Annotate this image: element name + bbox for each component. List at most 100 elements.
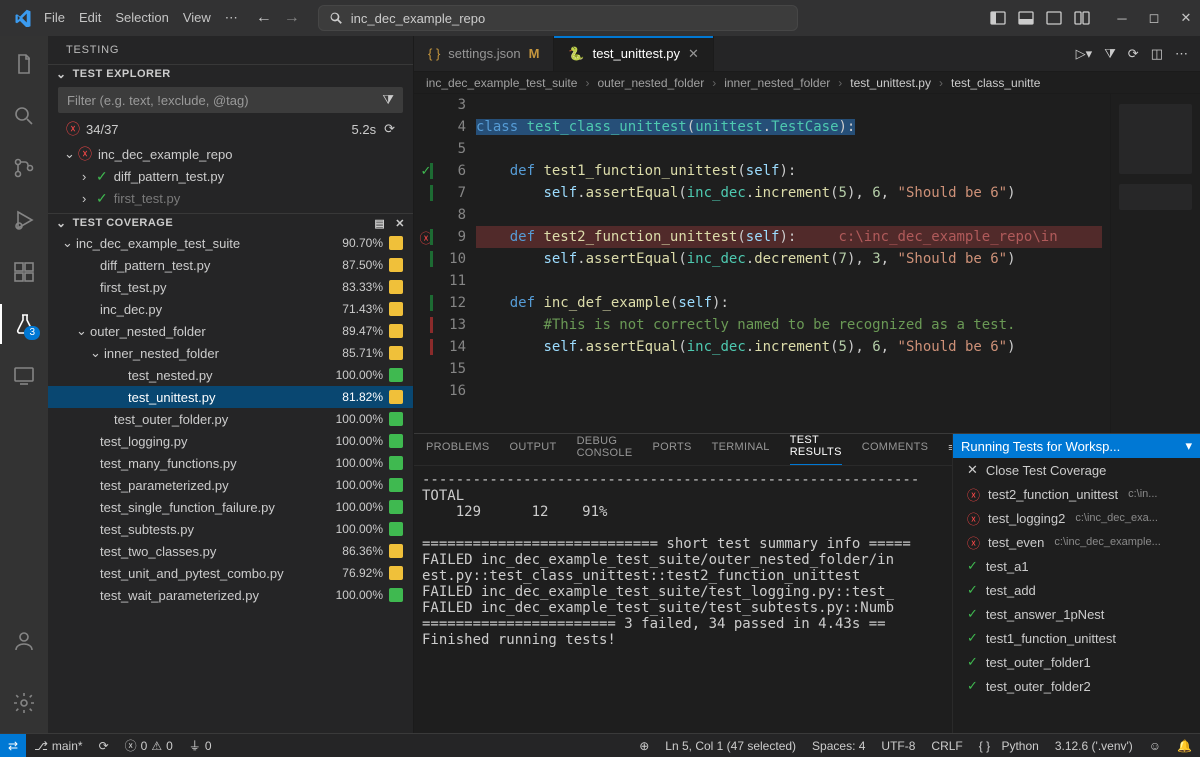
coverage-tree-item[interactable]: test_subtests.py100.00% <box>48 518 413 540</box>
panel-tab[interactable]: TEST RESULTS <box>790 434 842 465</box>
sync-indicator[interactable]: ⟳ <box>91 739 117 753</box>
coverage-tree-item[interactable]: test_single_function_failure.py100.00% <box>48 496 413 518</box>
split-editor-icon[interactable]: ◫ <box>1151 46 1163 62</box>
coverage-tree-item[interactable]: test_parameterized.py100.00% <box>48 474 413 496</box>
menu-file[interactable]: File <box>44 10 65 26</box>
window-maximize-icon[interactable]: ◻ <box>1146 10 1162 26</box>
branch-indicator[interactable]: ⎇main* <box>26 739 91 753</box>
notifications-icon[interactable]: 🔔 <box>1169 739 1200 753</box>
coverage-tree-item[interactable]: test_two_classes.py86.36% <box>48 540 413 562</box>
collapse-icon[interactable]: ▾ <box>1185 438 1192 454</box>
code-area[interactable]: class test_class_unittest(unittest.TestC… <box>476 94 1110 433</box>
layout-panel-icon[interactable] <box>1074 10 1090 26</box>
feedback-icon[interactable]: ☺ <box>1141 739 1169 753</box>
search-icon[interactable] <box>0 96 48 136</box>
coverage-tree-item[interactable]: inc_dec.py71.43% <box>48 298 413 320</box>
remote-explorer-icon[interactable] <box>0 356 48 396</box>
accounts-icon[interactable] <box>0 621 48 661</box>
panel-tab[interactable]: OUTPUT <box>510 441 557 459</box>
panel-tab[interactable]: DEBUG CONSOLE <box>577 435 633 465</box>
test-result-item[interactable]: ✓test_outer_folder2 <box>953 674 1200 698</box>
window-minimize-icon[interactable]: ─ <box>1114 10 1130 26</box>
extensions-icon[interactable] <box>0 252 48 292</box>
coverage-tree-item[interactable]: test_logging.py100.00% <box>48 430 413 452</box>
coverage-tree-item[interactable]: test_many_functions.py100.00% <box>48 452 413 474</box>
settings-gear-icon[interactable] <box>0 683 48 723</box>
menu-edit[interactable]: Edit <box>79 10 101 26</box>
panel-tab[interactable]: COMMENTS <box>862 441 929 459</box>
breadcrumb-item[interactable]: outer_nested_folder <box>597 76 704 90</box>
close-coverage-row[interactable]: ✕ Close Test Coverage <box>953 458 1200 482</box>
nav-forward-icon[interactable]: → <box>284 9 300 27</box>
zoom-indicator[interactable]: ⊕ <box>631 739 657 753</box>
menu-more-icon[interactable]: ⋯ <box>225 10 238 26</box>
ports-indicator[interactable]: ⏚0 <box>181 737 220 754</box>
cursor-position[interactable]: Ln 5, Col 1 (47 selected) <box>657 739 804 753</box>
menu-view[interactable]: View <box>183 10 211 26</box>
test-coverage-header[interactable]: ⌄ TEST COVERAGE ▤ ✕ <box>48 213 413 232</box>
breadcrumb-item[interactable]: inc_dec_example_test_suite <box>426 76 577 90</box>
problems-indicator[interactable]: ⓧ0 ⚠0 <box>117 737 181 754</box>
coverage-map-icon[interactable]: ▤ <box>374 217 385 230</box>
explorer-icon[interactable] <box>0 44 48 84</box>
test-result-item[interactable]: ✓test_answer_1pNest <box>953 602 1200 626</box>
panel-tab[interactable]: PROBLEMS <box>426 441 490 459</box>
coverage-tree-item[interactable]: test_unittest.py81.82% <box>48 386 413 408</box>
layout-bottom-icon[interactable] <box>1018 10 1034 26</box>
command-center[interactable]: inc_dec_example_repo <box>318 5 798 31</box>
source-control-icon[interactable] <box>0 148 48 188</box>
coverage-tree-item[interactable]: test_unit_and_pytest_combo.py76.92% <box>48 562 413 584</box>
filter-icon[interactable]: ⧩ <box>382 92 394 108</box>
coverage-tree-item[interactable]: test_nested.py100.00% <box>48 364 413 386</box>
minimap[interactable] <box>1110 94 1200 433</box>
nav-back-icon[interactable]: ← <box>256 9 272 27</box>
more-icon[interactable]: ⋯ <box>1175 46 1188 62</box>
test-result-item[interactable]: ✓test_outer_folder1 <box>953 650 1200 674</box>
test-tree-item[interactable]: ⌄ⓧinc_dec_example_repo <box>48 143 413 165</box>
remote-indicator[interactable]: ⇄ <box>0 734 26 757</box>
window-close-icon[interactable]: ✕ <box>1178 10 1194 26</box>
encoding[interactable]: UTF-8 <box>873 739 923 753</box>
breadcrumb-item[interactable]: test_class_unitte <box>951 76 1040 90</box>
editor-tab[interactable]: { }settings.jsonM <box>414 36 554 71</box>
coverage-tree-item[interactable]: ⌄inc_dec_example_test_suite90.70% <box>48 232 413 254</box>
close-icon[interactable]: ✕ <box>688 46 699 62</box>
breadcrumbs[interactable]: inc_dec_example_test_suite›outer_nested_… <box>414 72 1200 94</box>
panel-tab[interactable]: TERMINAL <box>712 441 770 459</box>
menu-selection[interactable]: Selection <box>115 10 168 26</box>
layout-left-icon[interactable] <box>990 10 1006 26</box>
coverage-tree-item[interactable]: test_wait_parameterized.py100.00% <box>48 584 413 606</box>
filter-icon[interactable]: ⧩ <box>1104 46 1116 62</box>
layout-right-icon[interactable] <box>1046 10 1062 26</box>
indentation[interactable]: Spaces: 4 <box>804 739 873 753</box>
coverage-tree-item[interactable]: diff_pattern_test.py87.50% <box>48 254 413 276</box>
test-result-item[interactable]: ✓test_add <box>953 578 1200 602</box>
breadcrumb-item[interactable]: test_unittest.py <box>850 76 931 90</box>
refresh-icon[interactable]: ⟳ <box>1128 46 1139 62</box>
run-icon[interactable]: ▷▾ <box>1076 46 1093 62</box>
language-mode[interactable]: { } Python <box>971 739 1047 753</box>
breadcrumb-item[interactable]: inner_nested_folder <box>724 76 830 90</box>
test-result-item[interactable]: ✓test_a1 <box>953 554 1200 578</box>
panel-tab[interactable]: PORTS <box>652 441 691 459</box>
refresh-icon[interactable]: ⟳ <box>384 121 395 137</box>
test-result-item[interactable]: ⓧtest2_function_unittestc:\in... <box>953 482 1200 506</box>
coverage-tree-item[interactable]: ⌄outer_nested_folder89.47% <box>48 320 413 342</box>
coverage-tree-item[interactable]: ⌄inner_nested_folder85.71% <box>48 342 413 364</box>
test-tree-item[interactable]: ›✓first_test.py <box>48 187 413 209</box>
python-interpreter[interactable]: 3.12.6 ('.venv') <box>1047 739 1141 753</box>
test-filter-input[interactable]: Filter (e.g. text, !exclude, @tag) ⧩ <box>58 87 403 113</box>
editor-tab[interactable]: 🐍test_unittest.py✕ <box>554 36 714 71</box>
coverage-close-icon[interactable]: ✕ <box>395 217 405 230</box>
test-result-item[interactable]: ✓test1_function_unittest <box>953 626 1200 650</box>
coverage-tree-item[interactable]: first_test.py83.33% <box>48 276 413 298</box>
coverage-tree-item[interactable]: test_outer_folder.py100.00% <box>48 408 413 430</box>
test-result-item[interactable]: ⓧtest_logging2c:\inc_dec_exa... <box>953 506 1200 530</box>
test-result-item[interactable]: ⓧtest_evenc:\inc_dec_example... <box>953 530 1200 554</box>
test-results-output[interactable]: ----------------------------------------… <box>414 466 952 733</box>
test-explorer-header[interactable]: ⌄ TEST EXPLORER <box>48 64 413 83</box>
eol[interactable]: CRLF <box>923 739 970 753</box>
testing-icon[interactable]: 3 <box>0 304 48 344</box>
test-tree-item[interactable]: ›✓diff_pattern_test.py <box>48 165 413 187</box>
run-debug-icon[interactable] <box>0 200 48 240</box>
